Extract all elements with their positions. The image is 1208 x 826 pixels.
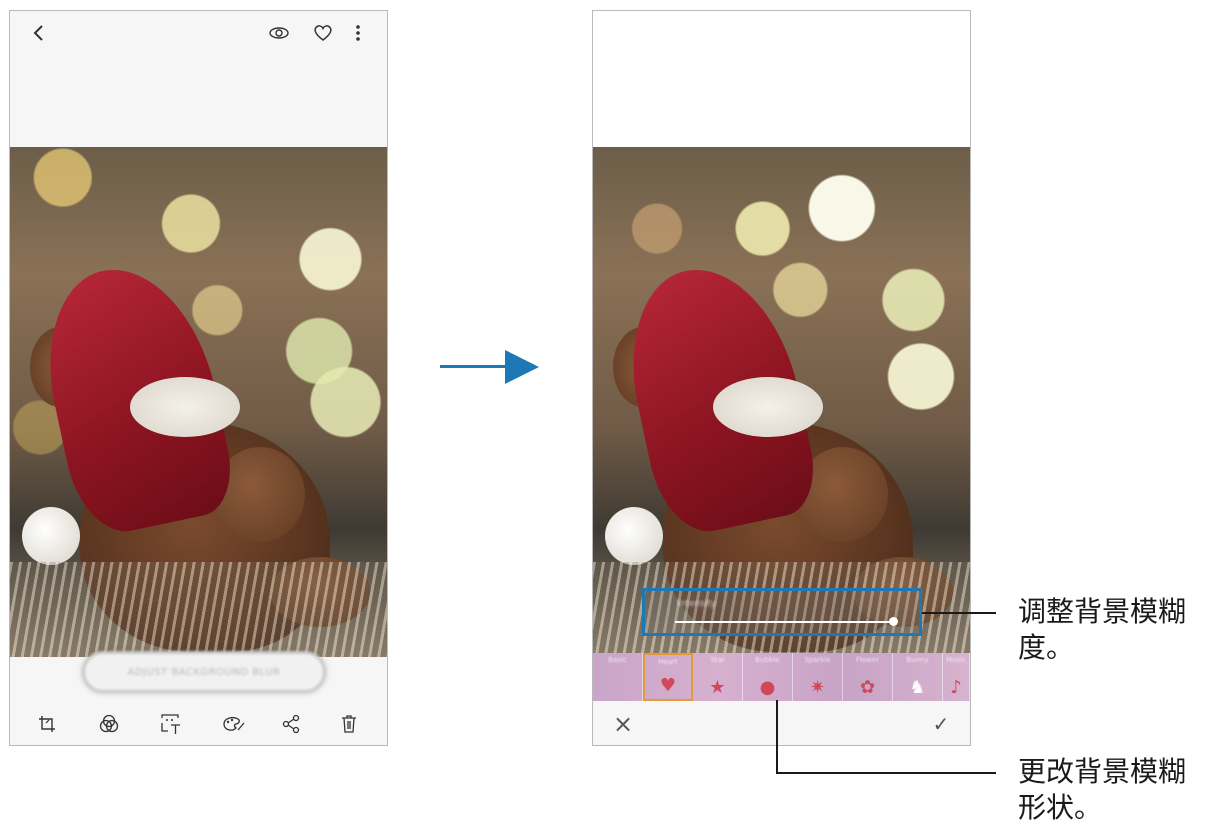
shape-tile-sparkle[interactable]: Sparkle ✷ (793, 653, 843, 701)
phone-right: Intensity Basic Heart ♥ Star ★ Bubble ● … (592, 10, 971, 746)
sparkle-shape-icon: ✷ (809, 677, 826, 698)
blur-intensity-slider[interactable]: Intensity (642, 588, 922, 636)
blur-shape-strip: Basic Heart ♥ Star ★ Bubble ● Sparkle ✷ … (593, 653, 970, 701)
top-bar (10, 11, 387, 55)
shape-tile-bubble[interactable]: Bubble ● (743, 653, 793, 701)
more-options-icon[interactable] (348, 21, 368, 45)
share-icon[interactable] (278, 711, 304, 737)
hat-pompom (22, 507, 80, 565)
trash-icon[interactable] (336, 711, 362, 737)
filter-icon[interactable] (96, 711, 122, 737)
bunny-shape-icon: ♞ (909, 677, 926, 698)
phone-left: ADJUST BACKGROUND BLUR (9, 10, 388, 746)
back-icon[interactable] (26, 21, 50, 45)
annotation-adjust-blur: 调整背景模糊 度。 (1018, 595, 1187, 664)
adjust-background-blur-button[interactable]: ADJUST BACKGROUND BLUR (82, 651, 326, 693)
shape-tile-label: Flower (855, 656, 880, 664)
hat-brim (713, 377, 823, 437)
crop-icon[interactable] (34, 711, 60, 737)
text-icon[interactable] (158, 711, 184, 737)
star-shape-icon: ★ (709, 677, 726, 698)
callout-line-adjust (922, 612, 996, 614)
shape-tile-label: Bunny (906, 656, 929, 664)
shape-tile-label: Basic (608, 656, 627, 664)
slider-knob[interactable] (889, 617, 898, 626)
tinsel (10, 562, 387, 657)
arrow-head (505, 350, 539, 384)
photo-heart-bokeh (593, 147, 970, 657)
shape-tile-basic[interactable]: Basic (593, 653, 643, 701)
cancel-icon[interactable]: × (611, 712, 635, 736)
shape-tile-heart[interactable]: Heart ♥ (643, 653, 693, 701)
slider-label: Intensity (677, 599, 717, 609)
music-shape-icon: ♪ (950, 677, 962, 698)
shape-tile-bunny[interactable]: Bunny ♞ (893, 653, 943, 701)
heart-icon[interactable] (310, 21, 336, 45)
top-blank-area (593, 11, 970, 147)
shape-tile-flower[interactable]: Flower ✿ (843, 653, 893, 701)
hat-brim (130, 377, 240, 437)
bottom-toolbar (10, 703, 387, 745)
bubble-shape-icon: ● (759, 677, 776, 698)
shape-tile-star[interactable]: Star ★ (693, 653, 743, 701)
edit-action-bar: × ✓ (593, 703, 970, 745)
flower-shape-icon: ✿ (859, 677, 876, 698)
eye-icon[interactable] (266, 21, 292, 45)
shape-tile-label: Bubble (755, 656, 780, 664)
hat-pompom (605, 507, 663, 565)
slider-track[interactable] (675, 621, 893, 623)
callout-line-shape-horizontal (776, 772, 996, 774)
shape-tile-label: Music (946, 656, 966, 664)
apply-check-icon[interactable]: ✓ (929, 712, 953, 736)
shape-tile-music[interactable]: Music ♪ (943, 653, 970, 701)
photo (10, 147, 387, 657)
heart-shape-icon: ♥ (659, 675, 677, 696)
adjust-background-blur-label: ADJUST BACKGROUND BLUR (127, 666, 281, 678)
shape-tile-label: Sparkle (804, 656, 831, 664)
annotation-change-shape: 更改背景模糊 形状。 (1018, 755, 1187, 824)
paint-icon[interactable] (220, 711, 246, 737)
shape-tile-label: Heart (658, 658, 678, 666)
shape-tile-label: Star (710, 656, 725, 664)
arrow-shaft (440, 365, 512, 368)
callout-line-shape-vertical (776, 700, 778, 774)
